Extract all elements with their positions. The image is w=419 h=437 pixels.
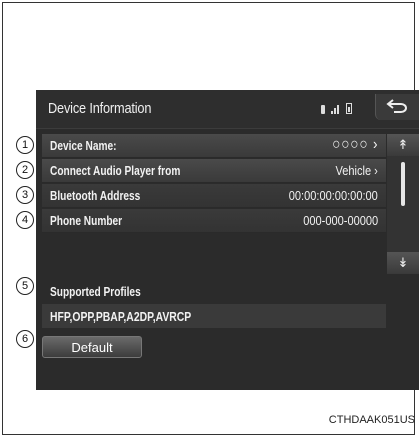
row-value: ○○○○ › xyxy=(331,136,378,153)
signal-icon xyxy=(331,104,340,114)
supported-profiles-value: HFP,OPP,PBAP,A2DP,AVRCP xyxy=(42,304,386,328)
bluetooth-address-row: Bluetooth Address 00:00:00:00:00:00 xyxy=(42,184,386,208)
row-label: Bluetooth Address xyxy=(50,188,141,203)
supported-profiles-label: Supported Profiles xyxy=(50,284,141,299)
scroll-thumb[interactable] xyxy=(401,162,405,206)
row-label: Connect Audio Player from xyxy=(50,163,181,178)
screen-title: Device Information xyxy=(48,100,152,117)
phone-number-row: Phone Number 000-000-00000 xyxy=(42,209,386,233)
device-name-row[interactable]: Device Name: ○○○○ › xyxy=(42,134,386,158)
row-value: 00:00:00:00:00:00 xyxy=(288,188,378,203)
callout-5: 5 xyxy=(16,277,34,295)
device-information-screen: Device Information Device Name: ○○○○ › C… xyxy=(36,90,419,390)
callout-6: 6 xyxy=(16,330,34,348)
callout-3: 3 xyxy=(16,186,34,204)
figure-code: CTHDAAK051US xyxy=(328,414,415,426)
row-value: Vehicle › xyxy=(335,163,378,178)
default-button[interactable]: Default xyxy=(42,336,142,358)
row-label: Phone Number xyxy=(50,213,123,228)
bluetooth-icon xyxy=(321,105,325,114)
row-value: 000-000-00000 xyxy=(303,213,378,228)
title-bar: Device Information xyxy=(36,90,419,129)
profiles-text: HFP,OPP,PBAP,A2DP,AVRCP xyxy=(50,309,192,324)
row-label: Device Name: xyxy=(50,138,117,153)
status-icons xyxy=(321,103,352,114)
callout-2: 2 xyxy=(16,161,34,179)
callout-1: 1 xyxy=(16,136,34,154)
connect-audio-player-row[interactable]: Connect Audio Player from Vehicle › xyxy=(42,159,386,183)
scroll-up-button[interactable]: ↟ xyxy=(387,134,419,156)
scroll-down-button[interactable]: ↡ xyxy=(387,252,419,274)
scrollbar[interactable]: ↟ ↡ xyxy=(387,134,419,274)
back-arrow-icon xyxy=(386,99,407,113)
back-button[interactable] xyxy=(375,94,419,120)
battery-icon xyxy=(346,103,352,114)
callout-4: 4 xyxy=(16,211,34,229)
